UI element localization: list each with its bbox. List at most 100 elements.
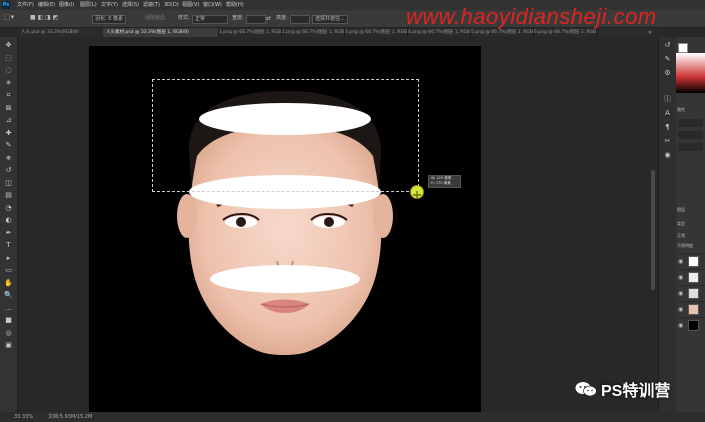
menu-image[interactable]: 图像(I) (59, 0, 74, 10)
tools-panel: ✥ ⬚ ◌ ✳ ⌗ ⊠ ⊿ ✚ ✎ ⎈ ↺ ◫ ▤ ◔ ◐ ✒ T ▸ ▭ ✋ 🔍 … ■ ◎ ▣ (0, 37, 18, 412)
cursor-highlight-icon (410, 185, 424, 199)
clone-stamp-icon[interactable]: ⎈ (4, 154, 13, 162)
wechat-account-name: PS特训营 (601, 383, 671, 400)
select-and-mask-button[interactable]: 选择并遮住... (312, 15, 348, 24)
gradient-icon[interactable]: ▤ (4, 191, 13, 199)
adjust-panel-icon[interactable]: ⚙ (663, 69, 672, 77)
foreground-swatch[interactable] (678, 43, 688, 53)
healing-brush-icon[interactable]: ✚ (4, 129, 13, 137)
more-tools-icon[interactable]: … (4, 304, 13, 312)
zoom-level[interactable]: 33.33% (14, 412, 33, 422)
menu-3d[interactable]: 3D(D) (164, 0, 179, 10)
type-tool-icon[interactable]: T (4, 241, 13, 249)
frame-tool-icon[interactable]: ⊠ (4, 104, 13, 112)
blend-mode-select[interactable]: 正常 (677, 233, 685, 239)
lasso-tool-icon[interactable]: ◌ (4, 66, 13, 74)
eraser-icon[interactable]: ◫ (4, 179, 13, 187)
tab-doc-5[interactable]: 3.png @ 66.7%(图层 1, RGB/8) (342, 28, 408, 37)
marquee-preset-icon[interactable]: ⬚▾ (4, 14, 14, 21)
menu-window[interactable]: 窗口(W) (203, 0, 222, 10)
menu-file[interactable]: 文件(F) (17, 0, 34, 10)
panel-icon-strip: ↺ ✎ ⚙ ⓘ A ¶ ✂ ◉ (658, 37, 676, 412)
menu-filter[interactable]: 滤镜(T) (143, 0, 160, 10)
layer-row[interactable]: ◉ (676, 269, 705, 285)
menu-layer[interactable]: 图层(L) (80, 0, 97, 10)
swap-icon[interactable]: ⇄ (266, 15, 271, 22)
style-select[interactable]: 正常 (192, 15, 228, 24)
history-panel-icon[interactable]: ↺ (663, 41, 672, 49)
visibility-eye-icon[interactable]: ◉ (678, 258, 683, 265)
marquee-selection[interactable] (152, 79, 419, 192)
watermark-url: www.haoyidiansheji.com (406, 4, 657, 29)
history-brush-icon[interactable]: ↺ (4, 166, 13, 174)
tools-preset-icon[interactable]: ✂ (663, 137, 672, 145)
hand-tool-icon[interactable]: ✋ (4, 279, 13, 287)
wechat-icon (575, 381, 597, 397)
dodge-icon[interactable]: ◐ (4, 216, 13, 224)
status-bar: 33.33% 文档:5.93M/15.2M (0, 412, 705, 422)
color-picker-field[interactable] (676, 53, 705, 93)
tab-doc-1[interactable]: 人头.psd @ 33.3%(RGB/8) (18, 28, 106, 37)
layer-thumbnail (688, 256, 699, 267)
visibility-eye-icon[interactable]: ◉ (678, 306, 683, 313)
move-tool-icon[interactable]: ✥ (4, 41, 13, 49)
height-label: 高度: (276, 15, 288, 21)
vertical-scrollbar[interactable] (651, 170, 655, 290)
width-field[interactable] (246, 15, 266, 24)
right-panels: 属性 图层 类型 正常 不透明度 ◉ ◉ ◉ ◉ ◉ (676, 37, 705, 412)
zoom-tool-icon[interactable]: 🔍 (4, 291, 13, 299)
menu-type[interactable]: 文字(Y) (101, 0, 118, 10)
layer-thumbnail (688, 272, 699, 283)
layer-row[interactable]: ◉ (676, 317, 705, 333)
brush-tool-icon[interactable]: ✎ (4, 141, 13, 149)
tooltip-height: H: 170 像素 (431, 181, 451, 185)
brush-panel-icon[interactable]: ✎ (663, 55, 672, 63)
properties-panel-title[interactable]: 属性 (677, 107, 685, 113)
menu-edit[interactable]: 编辑(E) (38, 0, 55, 10)
menu-view[interactable]: 视图(V) (182, 0, 199, 10)
layer-thumbnail (688, 288, 699, 299)
height-field[interactable] (290, 15, 310, 24)
tab-doc-2[interactable]: 人头素材.psd @ 33.3%(图层 1, RGB/8) (103, 28, 219, 37)
layers-panel-title[interactable]: 图层 (677, 207, 685, 213)
photoshop-logo-icon[interactable]: Ps (2, 1, 10, 9)
tab-doc-3[interactable]: 1.png @ 66.7%(图层 1, RGB/8) (216, 28, 282, 37)
properties-row (678, 119, 703, 127)
eyedropper-icon[interactable]: ⊿ (4, 116, 13, 124)
character-panel-icon[interactable]: A (663, 109, 672, 117)
quick-mask-icon[interactable]: ◎ (4, 329, 13, 337)
visibility-eye-icon[interactable]: ◉ (678, 322, 683, 329)
properties-row-2 (678, 131, 703, 139)
size-tooltip: W: 425 像素 H: 170 像素 (428, 175, 461, 188)
width-label: 宽度: (232, 15, 244, 21)
info-panel-icon[interactable]: ⓘ (663, 95, 672, 103)
visibility-eye-icon[interactable]: ◉ (678, 274, 683, 281)
layer-row[interactable]: ◉ (676, 301, 705, 317)
foreground-color-icon[interactable]: ■ (4, 316, 13, 324)
blur-icon[interactable]: ◔ (4, 204, 13, 212)
feather-field[interactable]: 羽化: 0 像素 (92, 15, 127, 24)
tab-doc-4[interactable]: 2.png @ 66.7%(图层 1, RGB/8) (279, 28, 345, 37)
layer-kind-filter[interactable]: 类型 (677, 221, 685, 227)
marquee-tool-icon[interactable]: ⬚ (4, 54, 13, 62)
screen-mode-icon[interactable]: ▣ (4, 341, 13, 349)
properties-row-3 (678, 143, 703, 151)
3d-panel-icon[interactable]: ◉ (663, 151, 672, 159)
magic-wand-icon[interactable]: ✳ (4, 79, 13, 87)
crop-tool-icon[interactable]: ⌗ (4, 91, 13, 99)
path-select-icon[interactable]: ▸ (4, 254, 13, 262)
paragraph-panel-icon[interactable]: ¶ (663, 123, 672, 131)
visibility-eye-icon[interactable]: ◉ (678, 290, 683, 297)
menu-select[interactable]: 选择(S) (122, 0, 139, 10)
wechat-watermark: PS特训营 (575, 378, 670, 400)
shape-tool-icon[interactable]: ▭ (4, 266, 13, 274)
menu-help[interactable]: 帮助(H) (226, 0, 244, 10)
opacity-label: 不透明度 (677, 243, 693, 248)
antialias-checkbox[interactable]: 消除锯齿 (145, 15, 165, 22)
style-label: 样式: (178, 15, 190, 21)
layer-row[interactable]: ◉ (676, 285, 705, 301)
pen-tool-icon[interactable]: ✒ (4, 229, 13, 237)
selection-mode-icons[interactable]: ■ ◧ ◨ ◩ (30, 14, 58, 21)
layer-thumbnail (688, 320, 699, 331)
layer-row[interactable]: ◉ (676, 253, 705, 269)
